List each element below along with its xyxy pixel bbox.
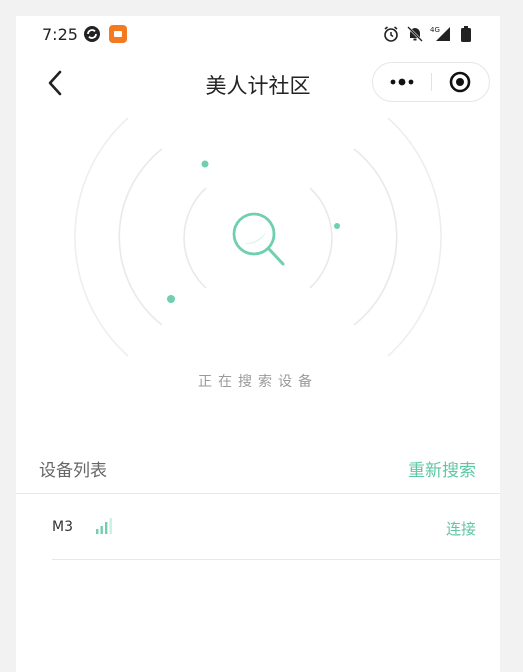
device-name: M3	[52, 519, 73, 535]
mini-program-capsule	[372, 62, 490, 102]
rescan-button[interactable]: 重新搜索	[408, 456, 476, 481]
nav-bar: 美人计社区	[16, 56, 500, 112]
connect-button[interactable]: 连接	[446, 518, 476, 539]
battery-icon	[461, 26, 471, 42]
svg-text:4G: 4G	[430, 26, 440, 34]
signal-bars-icon	[96, 518, 112, 534]
divider	[52, 559, 500, 560]
device-list-header: 设备列表 重新搜索	[16, 446, 500, 492]
scan-status-text: 正在搜索设备	[198, 374, 318, 390]
phone-screen: 7:25 4G 美人计社区 正在搜索设备 设备列表 重新搜索 M3 连接	[16, 16, 500, 672]
status-bar: 7:25 4G	[16, 16, 500, 54]
magnifier-icon	[232, 212, 285, 266]
radar-scan-graphic	[74, 117, 442, 357]
mute-icon	[407, 26, 423, 42]
device-list-title: 设备列表	[39, 461, 107, 481]
target-close-icon[interactable]	[432, 63, 489, 101]
sync-icon	[84, 26, 100, 42]
alarm-icon	[384, 26, 398, 42]
radar-dot	[201, 160, 209, 168]
app-notification-icon	[109, 25, 127, 43]
status-time: 7:25	[42, 25, 78, 44]
list-item: M3 连接	[16, 494, 500, 560]
radar-dot	[334, 223, 340, 229]
radar-dot	[167, 295, 175, 303]
more-dots-icon[interactable]	[373, 63, 431, 101]
cellular-4g-icon: 4G	[430, 26, 450, 41]
